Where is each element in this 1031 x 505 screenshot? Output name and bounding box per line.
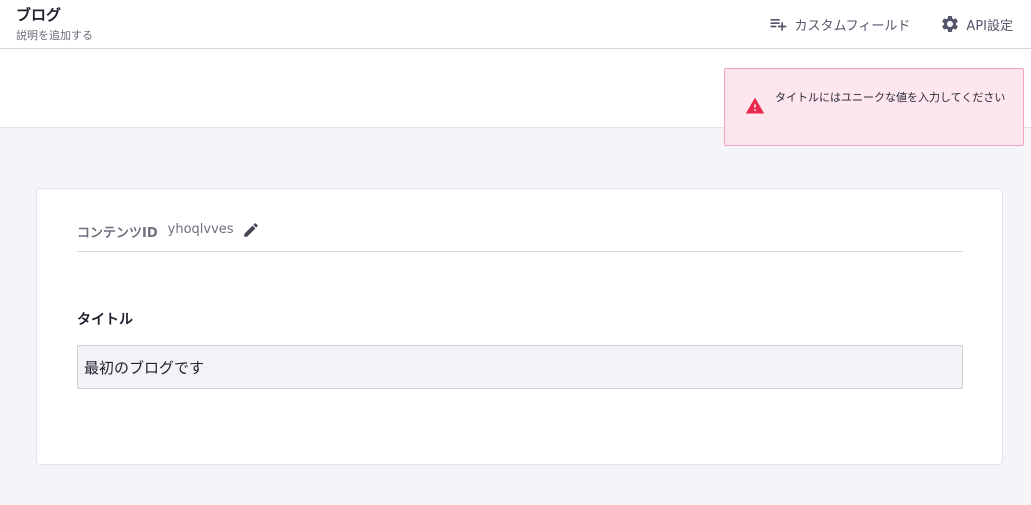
header-actions: カスタムフィールド API設定 (768, 12, 1013, 36)
custom-field-button[interactable]: カスタムフィールド (768, 14, 910, 34)
warning-icon (745, 96, 765, 120)
app-header: ブログ 説明を追加する カスタムフィールド API設定 (0, 0, 1031, 49)
title-field-label: タイトル (77, 312, 133, 328)
playlist-add-icon (768, 14, 788, 34)
title-input[interactable] (77, 345, 963, 389)
api-settings-label: API設定 (966, 18, 1013, 34)
content-id-label: コンテンツID (77, 226, 158, 241)
add-description-link[interactable]: 説明を追加する (16, 27, 93, 43)
pencil-icon[interactable] (242, 219, 260, 243)
api-settings-button[interactable]: API設定 (940, 14, 1013, 34)
gear-icon (940, 14, 960, 34)
content-id-value: yhoqlvves (167, 222, 234, 237)
page-title: ブログ (16, 6, 62, 24)
error-toast: タイトルにはユニークな値を入力してください (724, 68, 1024, 146)
toast-message: タイトルにはユニークな値を入力してください (775, 91, 1006, 104)
content-id-row: コンテンツID yhoqlvves (77, 219, 963, 252)
custom-field-label: カスタムフィールド (794, 18, 911, 34)
content-card: コンテンツID yhoqlvves タイトル (36, 188, 1003, 465)
